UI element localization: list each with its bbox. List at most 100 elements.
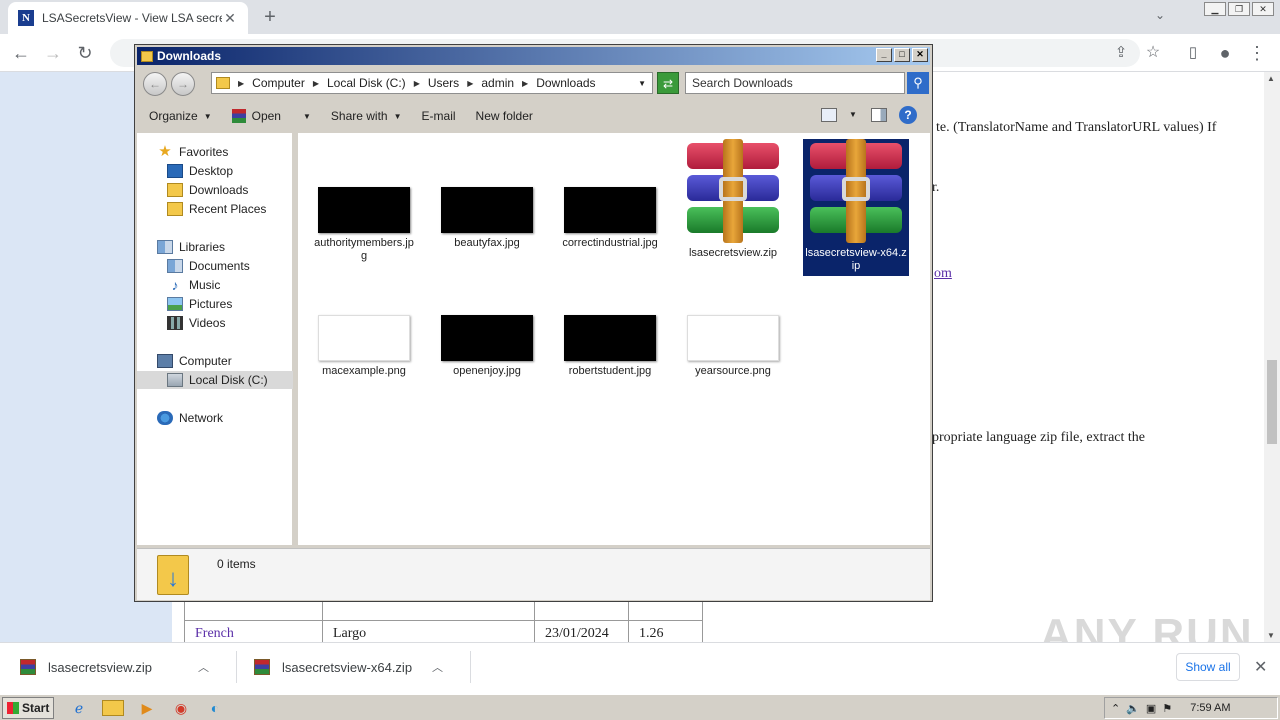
action-center-flag-icon[interactable]: ⚑ bbox=[1162, 702, 1172, 715]
nav-item-music[interactable]: ♪ Music bbox=[167, 276, 221, 294]
scroll-thumb[interactable] bbox=[1267, 360, 1277, 444]
back-button[interactable]: ← bbox=[143, 72, 167, 96]
nav-item-recent-places[interactable]: Recent Places bbox=[167, 200, 266, 218]
show-hidden-icons-icon[interactable]: ⌃ bbox=[1111, 702, 1120, 715]
back-arrow-icon[interactable]: ← bbox=[10, 42, 32, 64]
chevron-right-icon[interactable]: ▶ bbox=[522, 79, 528, 88]
organize-button[interactable]: Organize ▼ bbox=[149, 109, 212, 123]
star-icon: ★ bbox=[158, 143, 172, 160]
image-thumbnail bbox=[564, 187, 656, 233]
image-thumbnail bbox=[441, 315, 533, 361]
refresh-button[interactable]: ⇄ bbox=[657, 72, 679, 94]
tab-close-icon[interactable]: ✕ bbox=[222, 10, 238, 27]
close-window-button[interactable]: ✕ bbox=[1252, 2, 1274, 16]
media-player-icon[interactable]: ▶ bbox=[136, 698, 158, 718]
nav-item-favorites[interactable]: ★ Favorites bbox=[157, 143, 228, 161]
page-link[interactable]: om bbox=[934, 266, 952, 282]
chevron-down-icon[interactable]: ▼ bbox=[638, 79, 646, 88]
window-title: Downloads bbox=[157, 49, 222, 63]
share-with-button[interactable]: Share with ▼ bbox=[331, 109, 402, 123]
nav-item-pictures[interactable]: Pictures bbox=[167, 295, 232, 313]
reload-icon[interactable]: ↻ bbox=[74, 42, 96, 64]
close-shelf-icon[interactable]: ✕ bbox=[1254, 657, 1267, 677]
file-item[interactable]: correctindustrial.jpg bbox=[557, 187, 663, 253]
chevron-down-icon[interactable]: ▼ bbox=[849, 110, 857, 119]
chevron-right-icon[interactable]: ▶ bbox=[313, 79, 319, 88]
breadcrumb[interactable]: ▶ Computer ▶ Local Disk (C:) ▶ Users ▶ a… bbox=[211, 72, 653, 94]
chevron-down-icon[interactable]: ▼ bbox=[303, 112, 311, 121]
forward-button[interactable]: → bbox=[171, 72, 195, 96]
new-folder-button[interactable]: New folder bbox=[476, 109, 533, 123]
share-icon[interactable]: ⇪ bbox=[1110, 42, 1132, 64]
page-scrollbar[interactable]: ▲ ▼ bbox=[1264, 72, 1280, 642]
file-item[interactable]: beautyfax.jpg bbox=[434, 187, 540, 253]
preview-pane-icon[interactable] bbox=[871, 108, 887, 122]
email-button[interactable]: E-mail bbox=[422, 109, 456, 123]
side-panel-icon[interactable]: ▯ bbox=[1182, 42, 1204, 64]
winrar-icon bbox=[231, 109, 246, 123]
bookmark-star-icon[interactable]: ☆ bbox=[1142, 42, 1164, 64]
chevron-down-icon: ▼ bbox=[203, 111, 212, 121]
internet-explorer-icon[interactable]: ℯ bbox=[68, 698, 90, 718]
file-item[interactable]: openenjoy.jpg bbox=[434, 315, 540, 381]
edge-icon[interactable]: ◐ bbox=[204, 698, 226, 718]
network-icon[interactable]: ▣ bbox=[1146, 702, 1156, 715]
browser-tab[interactable]: N LSASecretsView - View LSA secrets s ✕ bbox=[8, 2, 248, 34]
file-name: authoritymembers.jpg bbox=[314, 237, 414, 262]
breadcrumb-item[interactable]: admin bbox=[481, 76, 514, 90]
restore-button[interactable]: ❐ bbox=[1228, 2, 1250, 16]
nav-item-documents[interactable]: Documents bbox=[167, 257, 250, 275]
volume-icon[interactable]: 🔈 bbox=[1126, 702, 1140, 715]
scroll-up-icon[interactable]: ▲ bbox=[1267, 74, 1275, 83]
menu-kebab-icon[interactable]: ⋮ bbox=[1246, 42, 1268, 64]
chrome-icon[interactable]: ◉ bbox=[170, 698, 192, 718]
new-tab-button[interactable]: + bbox=[258, 6, 282, 30]
search-input[interactable]: Search Downloads bbox=[685, 72, 905, 94]
file-item[interactable]: yearsource.png bbox=[680, 315, 786, 381]
nav-item-downloads[interactable]: Downloads bbox=[167, 181, 248, 199]
language-link[interactable]: French bbox=[184, 620, 323, 642]
file-item[interactable]: authoritymembers.jpg bbox=[311, 187, 417, 266]
chevron-right-icon[interactable]: ▶ bbox=[467, 79, 473, 88]
nav-item-local-disk[interactable]: Local Disk (C:) bbox=[137, 371, 293, 389]
start-button[interactable]: Start bbox=[2, 697, 54, 719]
help-icon[interactable]: ? bbox=[899, 106, 917, 124]
chevron-right-icon[interactable]: ▶ bbox=[414, 79, 420, 88]
nav-item-desktop[interactable]: Desktop bbox=[167, 162, 233, 180]
breadcrumb-item[interactable]: Downloads bbox=[536, 76, 595, 90]
chevron-right-icon[interactable]: ▶ bbox=[238, 79, 244, 88]
scroll-down-icon[interactable]: ▼ bbox=[1267, 631, 1275, 640]
change-view-icon[interactable] bbox=[821, 108, 837, 122]
file-item[interactable]: robertstudent.jpg bbox=[557, 315, 663, 381]
search-icon[interactable]: ⚲ bbox=[907, 72, 929, 94]
share-with-label: Share with bbox=[330, 109, 388, 123]
breadcrumb-item[interactable]: Computer bbox=[252, 76, 305, 90]
chevron-up-icon[interactable]: ︿ bbox=[198, 659, 209, 675]
nav-item-computer[interactable]: Computer bbox=[157, 352, 232, 370]
breadcrumb-item[interactable]: Local Disk (C:) bbox=[327, 76, 406, 90]
forward-arrow-icon[interactable]: → bbox=[42, 42, 64, 64]
clock[interactable]: 7:59 AM bbox=[1190, 702, 1230, 714]
show-all-button[interactable]: Show all bbox=[1176, 653, 1240, 681]
open-button[interactable]: Open ▼ bbox=[231, 109, 311, 123]
download-item[interactable]: lsasecretsview-x64.zip ︿ bbox=[254, 643, 443, 691]
profile-avatar-icon[interactable]: ● bbox=[1214, 42, 1236, 64]
nav-item-videos[interactable]: Videos bbox=[167, 314, 225, 332]
window-titlebar[interactable]: Downloads _ □ ✕ bbox=[137, 47, 930, 65]
nav-item-network[interactable]: Network bbox=[157, 409, 223, 427]
file-item-selected[interactable]: lsasecretsview-x64.zip bbox=[803, 139, 909, 276]
nav-label: Local Disk (C:) bbox=[189, 373, 268, 387]
close-button[interactable]: ✕ bbox=[912, 48, 928, 62]
chevron-up-icon[interactable]: ︿ bbox=[432, 659, 443, 675]
file-item[interactable]: lsasecretsview.zip bbox=[680, 139, 786, 263]
file-explorer-icon[interactable] bbox=[102, 700, 124, 716]
minimize-button[interactable]: _ bbox=[876, 48, 892, 62]
tab-search-chevron-icon[interactable]: ⌄ bbox=[1150, 8, 1170, 28]
libraries-icon bbox=[157, 240, 173, 254]
minimize-button[interactable]: ▁ bbox=[1204, 2, 1226, 16]
maximize-button[interactable]: □ bbox=[894, 48, 910, 62]
breadcrumb-item[interactable]: Users bbox=[428, 76, 459, 90]
nav-item-libraries[interactable]: Libraries bbox=[157, 238, 225, 256]
file-item[interactable]: macexample.png bbox=[311, 315, 417, 381]
download-item[interactable]: lsasecretsview.zip ︿ bbox=[20, 643, 209, 691]
